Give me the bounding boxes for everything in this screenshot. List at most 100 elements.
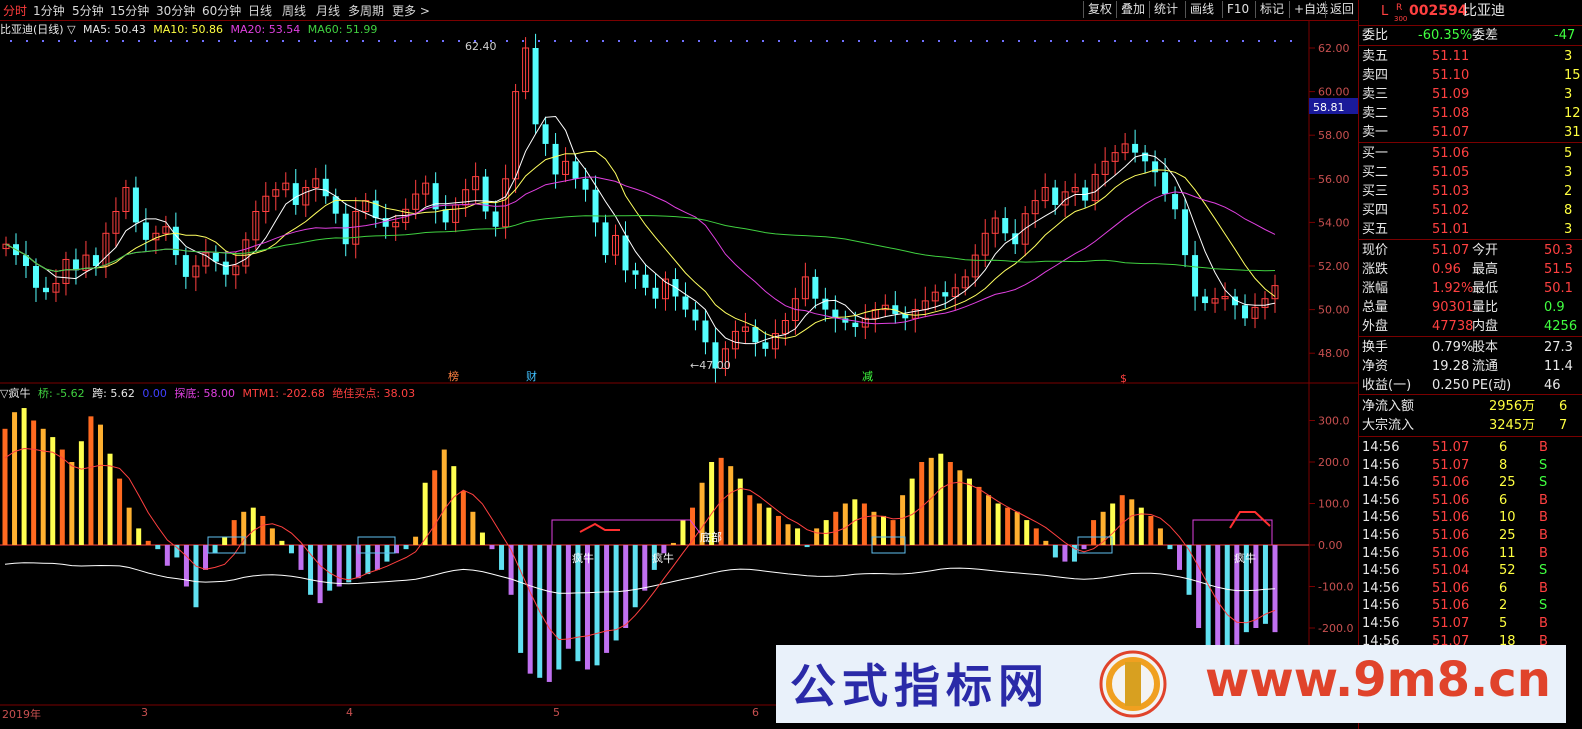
price-tick-label: 62.00 [1318, 42, 1350, 55]
tick-time: 14:56 [1362, 475, 1400, 491]
tick-row: 14:56 51.06 6 B [1359, 579, 1582, 598]
indicator-bar [260, 515, 266, 545]
dot-marker [666, 40, 668, 42]
indicator-bar [814, 528, 820, 545]
kline-chart[interactable]: 62.0060.0058.0056.0054.0052.0050.0048.00… [0, 0, 1358, 729]
indicator-bar [31, 420, 37, 545]
ask-row: 卖四 51.10 15 [1359, 66, 1582, 85]
flow-row: 净流入额 2956万 6 [1359, 397, 1582, 416]
flag-label: L [1381, 4, 1389, 19]
dot-marker [746, 40, 748, 42]
stat-value: 1.92% [1432, 281, 1474, 296]
bid-row: 买四 51.02 8 [1359, 201, 1582, 220]
dot-marker [554, 40, 556, 42]
tick-volume: 6 [1499, 492, 1508, 508]
dot-marker [58, 40, 60, 42]
indicator-bar [1224, 545, 1230, 658]
indicator-bar [451, 466, 457, 545]
stat-value: 50.3 [1544, 243, 1573, 258]
dot-marker [394, 40, 396, 42]
tick-price: 51.06 [1432, 492, 1470, 508]
indicator-bar [842, 503, 848, 545]
indicator-bar [479, 532, 485, 545]
flow-extra: 6 [1559, 399, 1568, 414]
candle-body-down [1202, 296, 1209, 304]
indicator-tick-label: 0.00 [1318, 539, 1343, 552]
stat-row: 涨跌 0.96 最高 51.5 [1359, 260, 1582, 279]
candle-body-down [432, 183, 439, 210]
candle-body-down [552, 143, 559, 175]
dot-marker [314, 40, 316, 42]
candle-body-down [1182, 209, 1189, 256]
tick-row: 14:56 51.06 6 B [1359, 491, 1582, 510]
dot-marker [42, 40, 44, 42]
candle-body-down [652, 287, 659, 299]
stat-label: 收益(一) [1362, 378, 1412, 393]
indicator-bar [1167, 545, 1173, 550]
stat-label: 涨跌 [1362, 262, 1389, 277]
indicator-bar [804, 545, 810, 548]
indicator-bar [756, 503, 762, 545]
flow-extra: 7 [1559, 418, 1568, 433]
indicator-bar [1005, 507, 1011, 545]
candle-body-down [542, 124, 549, 144]
tick-time: 14:56 [1362, 457, 1400, 473]
tick-price: 51.06 [1432, 580, 1470, 596]
stat-label: 外盘 [1362, 319, 1389, 334]
bid-volume: 5 [1564, 146, 1573, 161]
indicator-bar [374, 545, 380, 570]
tick-volume: 11 [1499, 545, 1516, 561]
mtm-label: MTM1: -202.68 [242, 387, 325, 400]
candle-body-down [532, 48, 539, 125]
stat-row: 收益(一) 0.250 PE(动) 46 [1359, 376, 1582, 395]
indicator-bar [775, 515, 781, 545]
price-tick-label: 54.00 [1318, 216, 1350, 229]
dot-marker [202, 40, 204, 42]
dot-marker [442, 40, 444, 42]
indicator-bar [613, 545, 619, 641]
candle-body-down [1242, 305, 1249, 319]
dot-marker [1242, 40, 1244, 42]
tick-side: B [1539, 545, 1548, 561]
dot-marker [762, 40, 764, 42]
stat-label: 净资 [1362, 359, 1389, 374]
stat-label: 换手 [1362, 340, 1389, 355]
bid-volume: 3 [1564, 165, 1573, 180]
indicator-bar [928, 457, 934, 545]
indicator-bar [269, 528, 275, 545]
dot-marker [938, 40, 940, 42]
candle-body-down [852, 322, 859, 328]
indicator-bar [861, 503, 867, 545]
tick-volume: 25 [1499, 475, 1516, 491]
stat-label: 今开 [1472, 243, 1499, 258]
dot-marker [362, 40, 364, 42]
indicator-bar [986, 495, 992, 545]
candle-body-down [1192, 255, 1199, 297]
stock-code: 002594 [1409, 3, 1468, 19]
event-marker: 财 [526, 369, 537, 383]
tick-side: S [1539, 457, 1548, 473]
tick-price: 51.06 [1432, 528, 1470, 543]
tick-time: 14:56 [1362, 492, 1400, 508]
candle-body-down [72, 259, 79, 271]
indicator-bar [976, 486, 982, 545]
order-ratio-row: 委比 -60.35% 委差 -47 [1362, 28, 1576, 43]
bid-price: 51.06 [1432, 146, 1470, 161]
indicator-bar [117, 478, 123, 545]
blank-label: 0.00 [142, 387, 167, 400]
bid-row: 买二 51.05 3 [1359, 163, 1582, 182]
stat-value: 27.3 [1544, 340, 1573, 355]
ask-price: 51.08 [1432, 106, 1470, 121]
indicator-name[interactable]: ▽疯牛 [0, 387, 30, 400]
indicator-bar [1033, 528, 1039, 545]
low-annotation: ←47.00 [690, 359, 731, 372]
stat-value: 19.28 [1432, 359, 1470, 374]
dot-marker [874, 40, 876, 42]
tick-volume: 6 [1499, 440, 1508, 455]
candle-body-down [632, 270, 639, 275]
candle-body-down [142, 222, 149, 240]
candle-body-down [1132, 143, 1139, 153]
indicator-bar [203, 545, 209, 570]
candle-body-down [1162, 172, 1169, 195]
candle-body-down [32, 266, 39, 288]
